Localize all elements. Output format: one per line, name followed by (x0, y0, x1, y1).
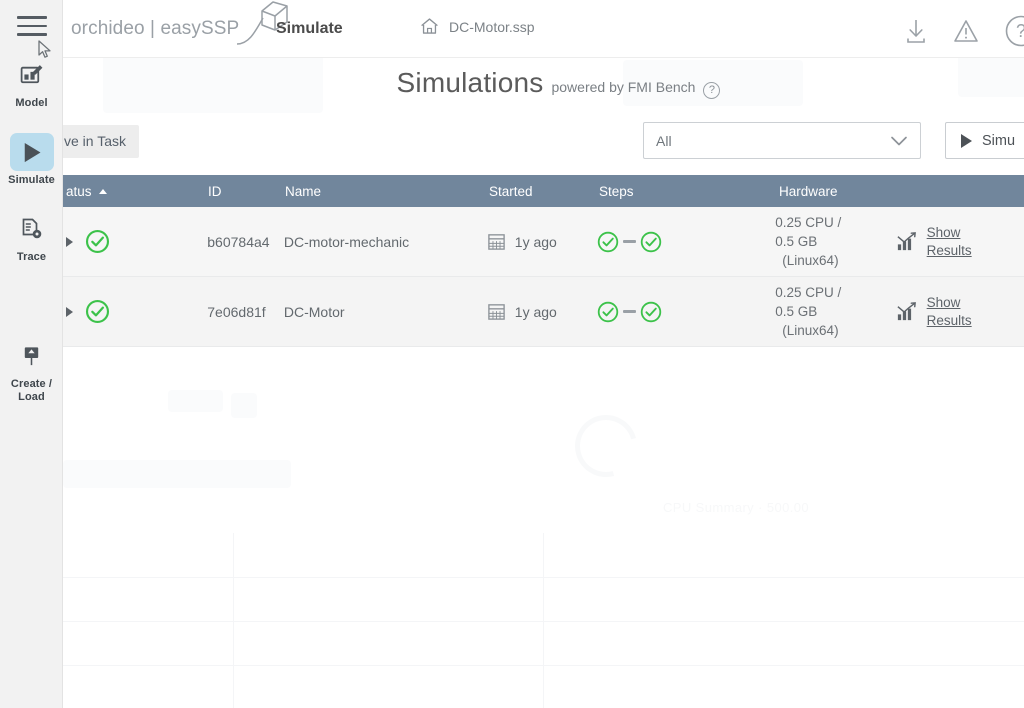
help-icon[interactable]: ? (1002, 12, 1024, 50)
chart-icon (897, 232, 916, 251)
warning-icon[interactable] (952, 17, 980, 46)
show-results-line1: Show (926, 294, 961, 310)
cell-name: DC-Motor (283, 303, 345, 320)
cell-name: DC-motor-mechanic (283, 233, 410, 250)
show-results-line2: Results (926, 242, 972, 258)
hardware-memory: 0.5 GB (775, 304, 818, 319)
step-check-circle-icon (641, 301, 662, 322)
chevron-down-icon (891, 136, 907, 145)
calendar-icon (488, 304, 505, 320)
trace-icon (10, 210, 54, 248)
started-label: 1y ago (514, 303, 557, 320)
hardware-cpu: 0.25 CPU / (775, 285, 842, 300)
row-expand-icon[interactable] (66, 306, 73, 317)
play-icon (961, 133, 972, 148)
brand-logo-text[interactable]: orchideo | easySSP (71, 18, 239, 40)
column-header-status[interactable]: atus (63, 184, 208, 199)
table-row[interactable]: 7e06d81f DC-Motor 1y ago 0.25 CPU / 0.5 … (63, 277, 1024, 347)
cell-id: b60784a4 (207, 233, 270, 250)
home-icon (421, 18, 438, 34)
column-header-hardware[interactable]: Hardware (779, 184, 899, 199)
create-load-icon (10, 337, 54, 375)
show-results-label: Show Results (927, 224, 972, 260)
step-connector (623, 240, 637, 243)
model-icon (10, 56, 54, 94)
simulate-button-label: Simu (982, 132, 1016, 149)
cell-status (63, 228, 207, 255)
sort-ascending-icon (98, 188, 107, 194)
sidebar-item-model[interactable]: Model (0, 56, 63, 110)
column-header-started[interactable]: Started (489, 184, 599, 199)
column-header-steps[interactable]: Steps (599, 184, 779, 199)
sidebar: Model Simulate Trace Create / Load (0, 0, 63, 708)
topbar-actions: ? (902, 12, 1024, 50)
sidebar-item-label-2: Load (18, 391, 45, 403)
calendar-icon (488, 234, 505, 250)
sidebar-item-label: Create / (10, 378, 53, 390)
show-results-line2: Results (926, 312, 972, 328)
hardware-cpu: 0.25 CPU / (775, 215, 842, 230)
step-connector (623, 310, 637, 313)
cell-started: 1y ago (487, 232, 596, 251)
show-results-label: Show Results (927, 294, 972, 330)
tab-active-in-task[interactable]: ve in Task (51, 125, 139, 158)
app-root: CPU Summary · 500.00 Model Simulate Trac… (0, 0, 1024, 708)
page-title: Simulations (396, 67, 544, 98)
step-check-circle-icon (641, 231, 662, 252)
chart-icon (897, 302, 916, 321)
simulations-table: atus ID Name Started Steps Hardware b607… (63, 175, 1024, 347)
hardware-memory: 0.5 GB (775, 234, 818, 249)
column-header-id[interactable]: ID (208, 184, 285, 199)
page-subtitle: powered by FMI Bench (551, 79, 696, 95)
cell-steps (596, 300, 775, 324)
cell-results: Show Results (895, 294, 1024, 330)
cell-status (63, 298, 207, 325)
cell-id: 7e06d81f (207, 303, 266, 320)
simulate-button[interactable]: Simu (945, 122, 1024, 159)
sidebar-item-simulate[interactable]: Simulate (0, 133, 63, 187)
check-circle-icon (85, 229, 110, 254)
cell-started: 1y ago (487, 302, 596, 321)
hardware-os: (Linux64) (782, 323, 839, 338)
hardware-os: (Linux64) (782, 253, 839, 268)
cell-hardware: 0.25 CPU / 0.5 GB (Linux64) (775, 283, 894, 340)
table-row[interactable]: b60784a4 DC-motor-mechanic 1y ago 0.25 C… (63, 207, 1024, 277)
page-mode-title: Simulate (276, 20, 343, 37)
download-icon[interactable] (902, 17, 930, 46)
file-name-label: DC-Motor.ssp (449, 18, 535, 35)
hamburger-icon[interactable] (17, 16, 47, 40)
cell-results: Show Results (895, 224, 1024, 260)
sidebar-item-label: Simulate (8, 174, 55, 186)
page-title-row: Simulations powered by FMI Bench ? (63, 67, 1024, 99)
file-breadcrumb[interactable]: DC-Motor.ssp (419, 16, 535, 37)
started-label: 1y ago (514, 233, 557, 250)
sidebar-item-trace[interactable]: Trace (0, 210, 63, 264)
svg-text:?: ? (1016, 21, 1024, 41)
check-circle-icon (85, 299, 110, 324)
sidebar-item-label: Model (15, 97, 48, 109)
status-filter-select[interactable]: All (643, 122, 921, 159)
show-results-line1: Show (926, 224, 961, 240)
cell-steps (596, 230, 775, 254)
toolbar: ve in Task All Simu (51, 122, 1024, 164)
main-content: Simulations powered by FMI Bench ? ve in… (51, 58, 1024, 708)
cell-hardware: 0.25 CPU / 0.5 GB (Linux64) (775, 213, 894, 270)
sidebar-item-label: Trace (16, 251, 47, 263)
column-header-name[interactable]: Name (285, 184, 489, 199)
sidebar-item-create-load[interactable]: Create / Load (0, 337, 63, 404)
table-header-row: atus ID Name Started Steps Hardware (63, 175, 1024, 207)
top-bar: orchideo | easySSP Simulate DC-Motor.ssp (63, 0, 1024, 58)
show-results-link[interactable]: Show Results (895, 224, 972, 260)
play-icon (9, 133, 54, 171)
help-info-icon[interactable]: ? (703, 81, 721, 99)
filter-selected-value: All (656, 132, 672, 149)
step-check-circle-icon (598, 231, 619, 252)
step-check-circle-icon (598, 301, 619, 322)
row-expand-icon[interactable] (66, 236, 73, 247)
column-header-status-label: atus (66, 183, 92, 199)
show-results-link[interactable]: Show Results (895, 294, 972, 330)
